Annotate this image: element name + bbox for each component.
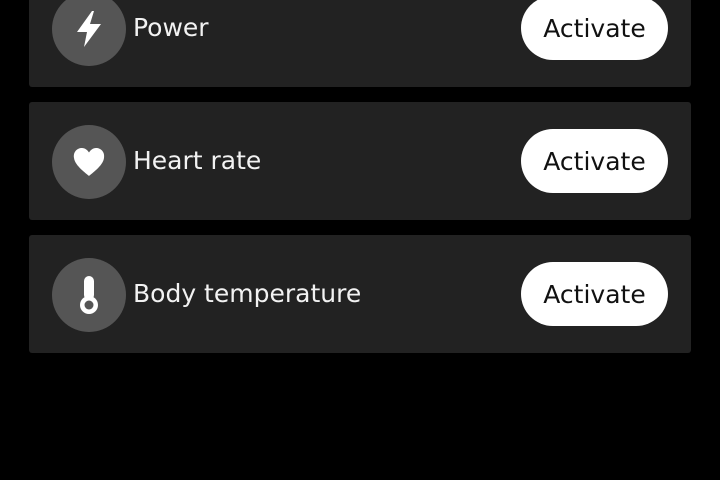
sensor-row-power: Power Activate [29, 0, 691, 87]
sensor-label: Heart rate [133, 146, 262, 175]
activate-power-button[interactable]: Activate [521, 0, 668, 60]
thermometer-icon [52, 258, 126, 332]
sensor-row-heart-rate: Heart rate Activate [29, 102, 691, 220]
sensor-label: Power [133, 13, 209, 42]
activate-heart-rate-button[interactable]: Activate [521, 129, 668, 193]
activate-body-temperature-button[interactable]: Activate [521, 262, 668, 326]
screen: Power Activate Heart rate Activate Body … [0, 0, 720, 480]
sensor-list: Power Activate Heart rate Activate Body … [29, 0, 691, 368]
sensor-row-body-temperature: Body temperature Activate [29, 235, 691, 353]
sensor-label: Body temperature [133, 279, 362, 308]
heart-icon [52, 125, 126, 199]
lightning-icon [52, 0, 126, 66]
